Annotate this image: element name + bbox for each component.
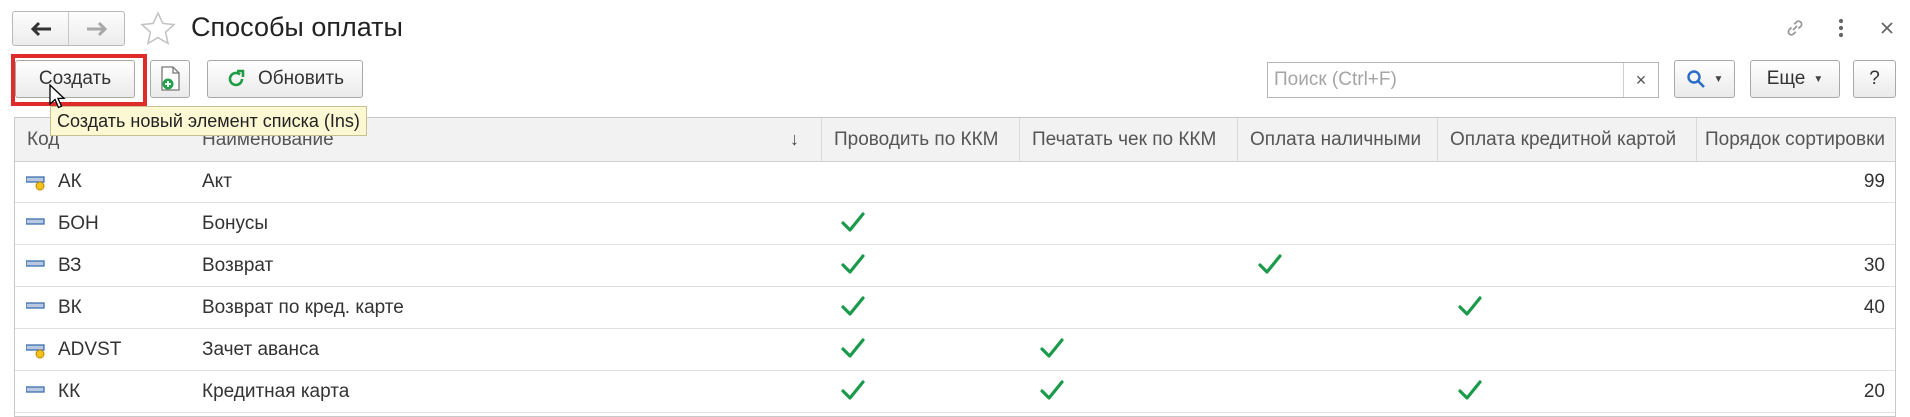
search-input[interactable] bbox=[1268, 63, 1623, 97]
mouse-cursor-icon bbox=[49, 84, 66, 109]
help-button[interactable]: ? bbox=[1853, 60, 1896, 98]
print-receipt-check-icon bbox=[1040, 338, 1064, 358]
data-table: Код Наименование ↓ Проводить по ККМ Печа… bbox=[14, 117, 1896, 417]
catalog-item-icon bbox=[26, 218, 45, 225]
cell-code: КК bbox=[58, 380, 81, 402]
table-row[interactable]: АК Акт 99 bbox=[15, 161, 1895, 203]
column-header-sort-order[interactable]: Порядок сортировки bbox=[1697, 118, 1895, 161]
cell-sort-order bbox=[1697, 329, 1895, 370]
close-icon bbox=[1881, 22, 1893, 34]
clear-icon: × bbox=[1635, 69, 1647, 90]
cell-name: Бонусы bbox=[202, 212, 268, 234]
table-row[interactable]: ВК Возврат по кред. карте 40 bbox=[15, 287, 1895, 329]
kkm-check-icon bbox=[841, 254, 865, 274]
more-button[interactable]: Еще ▼ bbox=[1750, 60, 1840, 98]
cell-sort-order: 20 bbox=[1863, 380, 1885, 402]
kkm-check-icon bbox=[841, 380, 865, 400]
table-row[interactable]: ADVST Зачет аванса bbox=[15, 329, 1895, 371]
cell-name: Зачет аванса bbox=[202, 338, 320, 360]
kkm-check-icon bbox=[841, 296, 865, 316]
cell-name: Возврат bbox=[202, 254, 274, 276]
page-title: Способы оплаты bbox=[191, 12, 403, 42]
more-actions-button[interactable] bbox=[1818, 12, 1864, 44]
table-row[interactable]: КК Кредитная карта 20 bbox=[15, 371, 1895, 413]
back-arrow-icon bbox=[30, 21, 51, 36]
window-controls bbox=[1772, 12, 1910, 44]
credit-card-check-icon bbox=[1458, 296, 1482, 316]
close-button[interactable] bbox=[1864, 12, 1910, 44]
credit-card-check-icon bbox=[1458, 380, 1482, 400]
forward-arrow-icon bbox=[86, 21, 107, 36]
refresh-icon bbox=[228, 69, 245, 87]
catalog-item-marked-icon bbox=[26, 176, 45, 191]
print-receipt-check-icon bbox=[1040, 380, 1064, 400]
sort-down-icon: ↓ bbox=[790, 129, 799, 149]
refresh-button[interactable]: Обновить bbox=[207, 60, 363, 98]
table-row[interactable]: ВЗ Возврат 30 bbox=[15, 245, 1895, 287]
cell-code: ВК bbox=[58, 296, 82, 318]
column-header-print-receipt[interactable]: Печатать чек по ККМ bbox=[1020, 118, 1238, 161]
add-document-icon bbox=[161, 66, 180, 91]
search-clear-button[interactable]: × bbox=[1623, 63, 1658, 97]
cell-name: Акт bbox=[202, 170, 232, 192]
create-button-highlight bbox=[11, 54, 147, 106]
catalog-item-icon bbox=[26, 302, 45, 309]
more-vertical-icon bbox=[1838, 18, 1844, 38]
cell-name: Возврат по кред. карте bbox=[202, 296, 404, 318]
table-row[interactable]: БОН Бонусы bbox=[15, 203, 1895, 245]
favorite-star-icon[interactable] bbox=[139, 10, 177, 48]
navigation-buttons bbox=[12, 11, 125, 46]
link-icon bbox=[1787, 20, 1803, 36]
magnifier-icon bbox=[1686, 70, 1705, 88]
tooltip: Создать новый элемент списка (Ins) bbox=[50, 106, 367, 136]
refresh-label: Обновить bbox=[257, 68, 345, 89]
cell-sort-order: 99 bbox=[1863, 170, 1885, 192]
forward-button[interactable] bbox=[68, 12, 124, 45]
catalog-item-icon bbox=[26, 260, 45, 267]
more-label: Еще bbox=[1766, 68, 1806, 89]
cell-code: АК bbox=[58, 170, 82, 192]
cash-check-icon bbox=[1258, 254, 1282, 274]
back-button[interactable] bbox=[13, 12, 68, 45]
catalog-item-marked-icon bbox=[26, 344, 45, 359]
cell-code: ВЗ bbox=[58, 254, 82, 276]
chevron-down-icon: ▼ bbox=[1713, 73, 1724, 85]
copy-button[interactable] bbox=[150, 60, 190, 98]
column-header-kkm[interactable]: Проводить по ККМ bbox=[822, 118, 1020, 161]
cell-code: БОН bbox=[58, 212, 99, 234]
chevron-down-icon: ▼ bbox=[1813, 73, 1824, 85]
cell-sort-order: 30 bbox=[1863, 254, 1885, 276]
link-button[interactable] bbox=[1772, 12, 1818, 44]
cell-sort-order: 40 bbox=[1863, 296, 1885, 318]
kkm-check-icon bbox=[841, 212, 865, 232]
column-header-credit-card[interactable]: Оплата кредитной картой bbox=[1438, 118, 1697, 161]
catalog-item-icon bbox=[26, 386, 45, 393]
cell-code: ADVST bbox=[58, 338, 122, 360]
kkm-check-icon bbox=[841, 338, 865, 358]
cell-sort-order bbox=[1697, 203, 1895, 244]
cell-name: Кредитная карта bbox=[202, 380, 350, 402]
search-field: × bbox=[1267, 62, 1659, 98]
search-options-button[interactable]: ▼ bbox=[1674, 60, 1735, 98]
column-header-cash[interactable]: Оплата наличными bbox=[1238, 118, 1438, 161]
